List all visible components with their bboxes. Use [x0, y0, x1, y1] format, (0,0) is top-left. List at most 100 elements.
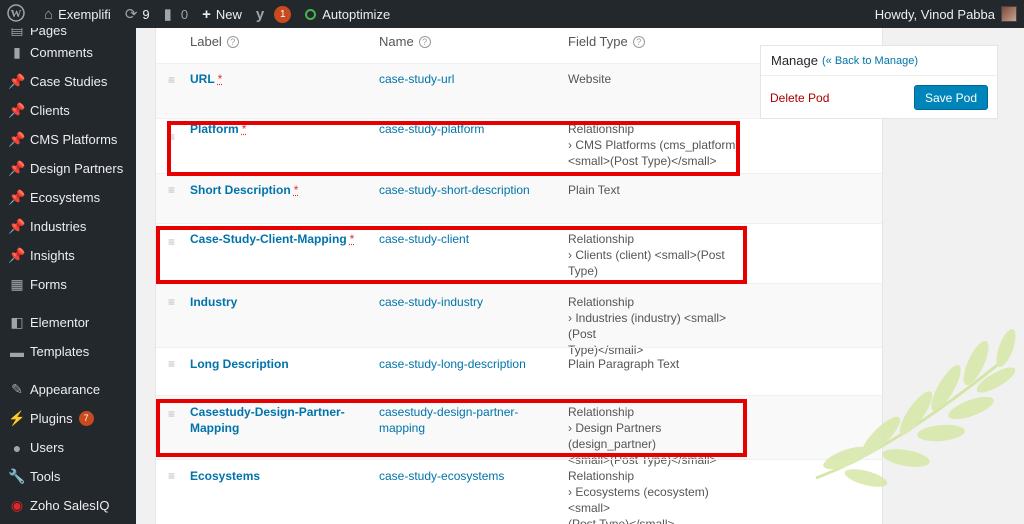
sidebar-item-appearance[interactable]: ✎ Appearance — [0, 375, 136, 404]
sidebar-item-label: Case Studies — [30, 74, 108, 89]
drag-handle-icon[interactable]: ≡ — [168, 470, 175, 482]
pin-icon: 📌 — [8, 102, 26, 118]
pin-icon: 📌 — [8, 131, 26, 147]
column-header-text: Name — [379, 34, 414, 49]
help-icon[interactable]: ? — [226, 35, 239, 48]
sidebar-item-label: Plugins — [30, 411, 73, 426]
field-label-link[interactable]: Ecosystems — [190, 469, 260, 483]
sidebar-item-pages[interactable]: ▤ Pages — [0, 28, 136, 38]
yoast-badge: 1 — [274, 5, 292, 23]
admin-sidebar: ▤ Pages ▮ Comments 📌 Case Studies 📌 Clie… — [0, 28, 136, 524]
save-pod-button[interactable]: Save Pod — [913, 85, 988, 110]
field-label-link[interactable]: Casestudy-Design-Partner-Mapping — [190, 405, 345, 435]
pin-icon: 📌 — [8, 160, 26, 176]
field-name: case-study-platform — [379, 122, 485, 136]
site-name-link[interactable]: ⌂ Exemplifi — [37, 0, 118, 28]
sidebar-item-case-studies[interactable]: 📌 Case Studies — [0, 67, 136, 96]
table-row[interactable]: ≡ Short Description * case-study-short-de… — [156, 173, 882, 223]
drag-handle-icon[interactable]: ≡ — [168, 74, 175, 86]
help-icon[interactable]: ? — [632, 35, 645, 48]
yoast-link[interactable]: y 1 — [249, 0, 298, 28]
svg-text:W: W — [11, 8, 22, 20]
updates-link[interactable]: ⟳ 9 — [118, 0, 157, 28]
sidebar-item-templates[interactable]: ▬ Templates — [0, 337, 136, 366]
sidebar-item-label: Insights — [30, 248, 75, 263]
field-label-link[interactable]: Short Description — [190, 183, 291, 197]
sidebar-item-label: Ecosystems — [30, 190, 101, 205]
column-header-text: Field Type — [568, 34, 628, 49]
field-label-link[interactable]: Industry — [190, 295, 237, 309]
sidebar-item-comments[interactable]: ▮ Comments — [0, 38, 136, 67]
folder-icon: ▬ — [10, 343, 24, 360]
pin-icon: 📌 — [8, 247, 26, 263]
field-label-link[interactable]: Long Description — [190, 357, 289, 371]
admin-bar: W ⌂ Exemplifi ⟳ 9 ▮ 0 + New y 1 Autoptim… — [0, 0, 1024, 28]
plugin-icon: ⚡ — [8, 410, 26, 426]
field-label-link[interactable]: Platform — [190, 122, 239, 136]
back-to-manage-link[interactable]: (« Back to Manage) — [822, 55, 918, 67]
sidebar-item-label: Templates — [30, 344, 90, 359]
sidebar-item-label: Elementor — [30, 315, 90, 330]
sidebar-item-label: Users — [30, 440, 64, 455]
new-content-link[interactable]: + New — [195, 0, 249, 28]
sidebar-item-zoho-salesiq[interactable]: ◉ Zoho SalesIQ — [0, 491, 136, 520]
help-icon[interactable]: ? — [418, 35, 431, 48]
sidebar-item-design-partners[interactable]: 📌 Design Partners — [0, 154, 136, 183]
field-label-link[interactable]: Case-Study-Client-Mapping — [190, 232, 347, 246]
avatar — [1001, 6, 1017, 22]
drag-handle-icon[interactable]: ≡ — [168, 296, 175, 308]
column-header-label: Label ? — [190, 34, 239, 49]
table-row[interactable]: ≡ Platform * case-study-platform Relation… — [156, 118, 882, 173]
table-row[interactable]: ≡ Casestudy-Design-Partner-Mapping cases… — [156, 395, 882, 467]
comment-icon: ▮ — [13, 44, 21, 60]
drag-handle-icon[interactable]: ≡ — [168, 408, 175, 420]
sidebar-item-label: Clients — [30, 103, 70, 118]
table-row[interactable]: ≡ Ecosystems case-study-ecosystems Relat… — [156, 459, 882, 524]
sidebar-item-industries[interactable]: 📌 Industries — [0, 212, 136, 241]
table-row[interactable]: ≡ Industry case-study-industry Relations… — [156, 283, 882, 357]
field-name: case-study-short-description — [379, 183, 530, 197]
pin-icon: 📌 — [8, 218, 26, 234]
field-name: case-study-industry — [379, 295, 484, 309]
drag-handle-icon[interactable]: ≡ — [168, 236, 175, 248]
field-type: Website — [568, 72, 612, 86]
drag-handle-icon[interactable]: ≡ — [168, 131, 175, 143]
sidebar-item-plugins[interactable]: ⚡ Plugins 7 — [0, 404, 136, 433]
sidebar-item-insights[interactable]: 📌 Insights — [0, 241, 136, 270]
sidebar-item-users[interactable]: ● Users — [0, 433, 136, 462]
required-marker: * — [217, 72, 223, 86]
drag-handle-icon[interactable]: ≡ — [168, 184, 175, 196]
main-content: Label ? Name ? Field Type ? ≡ URL * case-… — [136, 28, 1024, 524]
users-icon: ● — [12, 439, 22, 456]
elementor-icon: ◧ — [10, 314, 24, 330]
comments-link[interactable]: ▮ 0 — [157, 0, 196, 28]
sidebar-item-ecosystems[interactable]: 📌 Ecosystems — [0, 183, 136, 212]
table-row[interactable]: ≡ Case-Study-Client-Mapping * case-study-… — [156, 223, 882, 294]
field-type: Relationship › Ecosystems (ecosystem) <s… — [568, 469, 709, 524]
sidebar-item-elementor[interactable]: ◧ Elementor — [0, 308, 136, 337]
sidebar-item-label: Forms — [30, 277, 67, 292]
delete-pod-link[interactable]: Delete Pod — [770, 91, 829, 105]
sidebar-item-clients[interactable]: 📌 Clients — [0, 96, 136, 125]
field-name: case-study-long-description — [379, 357, 526, 371]
sidebar-item-label: Design Partners — [30, 161, 124, 176]
zoho-icon: ◉ — [10, 497, 24, 513]
required-marker: * — [241, 122, 247, 136]
field-type: Relationship › CMS Platforms (cms_platfo… — [568, 122, 740, 168]
howdy-text: Howdy, Vinod Pabba — [874, 6, 995, 22]
table-row[interactable]: ≡ Long Description case-study-long-descr… — [156, 347, 882, 395]
sidebar-item-forms[interactable]: ▦ Forms — [0, 270, 136, 299]
site-name: Exemplifi — [58, 6, 111, 22]
autoptimize-link[interactable]: Autoptimize — [298, 0, 397, 28]
drag-handle-icon[interactable]: ≡ — [168, 358, 175, 370]
field-type: Plain Text — [568, 183, 620, 197]
pin-icon: 📌 — [8, 189, 26, 205]
sidebar-item-tools[interactable]: 🔧 Tools — [0, 462, 136, 491]
sidebar-item-label: Appearance — [30, 382, 101, 397]
pages-icon: ▤ — [10, 28, 24, 37]
field-label-link[interactable]: URL — [190, 72, 215, 86]
wordpress-logo[interactable]: W — [0, 0, 37, 28]
menu-separator — [0, 299, 136, 308]
sidebar-item-cms-platforms[interactable]: 📌 CMS Platforms — [0, 125, 136, 154]
my-account-link[interactable]: Howdy, Vinod Pabba — [868, 0, 1024, 28]
